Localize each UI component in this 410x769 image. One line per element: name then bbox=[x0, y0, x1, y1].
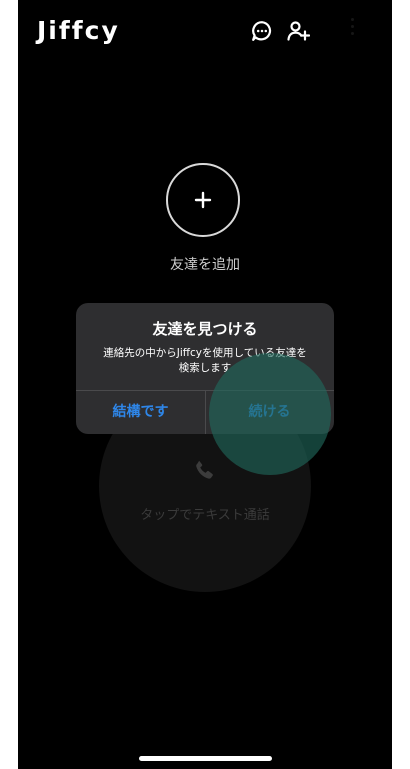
chat-bubble-icon[interactable] bbox=[250, 19, 274, 43]
no-thanks-button[interactable]: 結構です bbox=[76, 391, 205, 434]
phone-icon bbox=[196, 460, 213, 479]
text-call-label: タップでテキスト通話 bbox=[140, 508, 270, 523]
plus-icon bbox=[194, 191, 212, 209]
dialog-message: 連絡先の中からJiffcyを使用している友達を 検索します bbox=[84, 346, 326, 376]
dialog-message-line-1: 連絡先の中からJiffcyを使用している友達を bbox=[103, 347, 307, 359]
add-user-icon[interactable] bbox=[286, 19, 310, 43]
overflow-menu-icon[interactable] bbox=[347, 14, 357, 44]
app-screen: Jiffcy 友達を追加 タップでテキスト通話 友達を見つける 連絡先の中からJ… bbox=[18, 0, 392, 769]
home-indicator[interactable] bbox=[139, 756, 272, 761]
dialog-title: 友達を見つける bbox=[152, 320, 258, 338]
find-friends-dialog: 友達を見つける 連絡先の中からJiffcyを使用している友達を 検索します 結構… bbox=[76, 303, 334, 434]
add-friend-button[interactable] bbox=[166, 163, 240, 237]
add-friend-label: 友達を追加 bbox=[170, 257, 240, 273]
continue-button[interactable]: 続ける bbox=[205, 391, 334, 434]
dialog-message-line-2: 検索します bbox=[178, 362, 232, 374]
app-title: Jiffcy bbox=[37, 16, 120, 45]
